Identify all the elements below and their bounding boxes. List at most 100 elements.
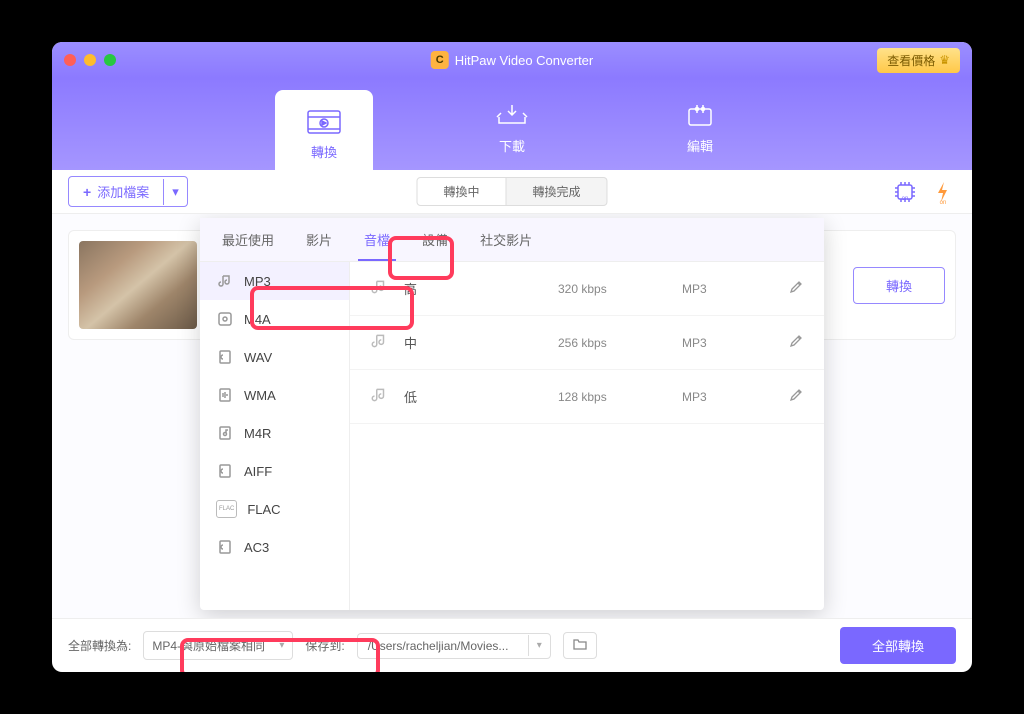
view-price-button[interactable]: 查看價格 ♛ — [877, 48, 960, 73]
format-label: WAV — [244, 350, 272, 365]
content-area: 轉換 最近使用 影片 音檔 設備 社交影片 MP3 M4A — [52, 214, 972, 618]
add-file-label: 添加檔案 — [97, 182, 149, 201]
edit-icon[interactable] — [788, 333, 804, 352]
chevron-down-icon: ▾ — [279, 640, 284, 651]
tab-download-label: 下載 — [499, 136, 525, 155]
format-item-wma[interactable]: WMA — [200, 376, 349, 414]
bottom-bar: 全部轉換為: MP4-與原始檔案相同 ▾ 保存到: /Users/rachelj… — [52, 618, 972, 672]
add-file-button[interactable]: + 添加檔案 — [69, 177, 163, 206]
edit-icon[interactable] — [788, 279, 804, 298]
music-note-icon — [370, 278, 390, 299]
edit-icon — [681, 102, 719, 130]
format-item-wav[interactable]: WAV — [200, 338, 349, 376]
traffic-lights — [64, 54, 116, 66]
save-path-dropdown[interactable]: ▾ — [528, 635, 550, 656]
save-path-group: /Users/racheljian/Movies... ▾ — [357, 633, 551, 659]
audio-file-icon — [216, 310, 234, 328]
format-popup: 最近使用 影片 音檔 設備 社交影片 MP3 M4A — [200, 218, 824, 610]
titlebar: C HitPaw Video Converter 查看價格 ♛ — [52, 42, 972, 78]
edit-icon[interactable] — [788, 387, 804, 406]
format-item-aiff[interactable]: AIFF — [200, 452, 349, 490]
output-format-select[interactable]: MP4-與原始檔案相同 ▾ — [143, 631, 293, 660]
svg-text:on: on — [940, 200, 947, 204]
audio-file-icon — [216, 348, 234, 366]
quality-name: 高 — [404, 279, 544, 298]
output-format-value: MP4-與原始檔案相同 — [152, 637, 265, 654]
save-path-value: /Users/racheljian/Movies... — [358, 634, 528, 658]
convert-all-button[interactable]: 全部轉換 — [840, 627, 956, 664]
quality-row-low[interactable]: 低 128 kbps MP3 — [350, 370, 824, 424]
format-item-flac[interactable]: FLAC FLAC — [200, 490, 349, 528]
music-note-icon — [370, 386, 390, 407]
format-label: WMA — [244, 388, 276, 403]
format-item-m4r[interactable]: M4R — [200, 414, 349, 452]
status-segment: 轉換中 轉換完成 — [416, 177, 607, 206]
convert-all-label: 全部轉換為: — [68, 637, 131, 654]
hardware-accel-icon[interactable]: on — [892, 179, 918, 205]
main-tab-bar: 轉換 下載 編輯 — [52, 78, 972, 170]
format-label: FLAC — [247, 502, 280, 517]
price-button-label: 查看價格 — [887, 52, 935, 69]
format-popup-body: MP3 M4A WAV WMA — [200, 262, 824, 610]
download-icon — [493, 102, 531, 130]
tab-edit[interactable]: 編輯 — [651, 78, 749, 170]
convert-icon — [305, 108, 343, 136]
video-thumbnail — [79, 241, 197, 329]
audio-file-icon — [216, 538, 234, 556]
audio-file-icon — [216, 462, 234, 480]
tab-video[interactable]: 影片 — [300, 218, 338, 261]
format-category-tabs: 最近使用 影片 音檔 設備 社交影片 — [200, 218, 824, 262]
audio-file-icon — [216, 424, 234, 442]
app-window: C HitPaw Video Converter 查看價格 ♛ 轉換 下載 編輯 — [52, 42, 972, 672]
format-label: AC3 — [244, 540, 269, 555]
convert-button[interactable]: 轉換 — [853, 267, 945, 304]
quality-row-high[interactable]: 高 320 kbps MP3 — [350, 262, 824, 316]
tab-recent[interactable]: 最近使用 — [216, 218, 280, 261]
format-label: M4A — [244, 312, 271, 327]
svg-text:on: on — [902, 196, 909, 202]
save-to-label: 保存到: — [305, 637, 344, 654]
tab-download[interactable]: 下載 — [463, 78, 561, 170]
quality-name: 中 — [404, 333, 544, 352]
quality-bitrate: 128 kbps — [558, 390, 668, 404]
folder-icon — [572, 637, 588, 651]
plus-icon: + — [83, 184, 91, 200]
app-logo-icon: C — [431, 51, 449, 69]
app-title-text: HitPaw Video Converter — [455, 53, 594, 68]
tab-convert[interactable]: 轉換 — [275, 90, 373, 170]
music-note-icon — [370, 332, 390, 353]
tab-device[interactable]: 設備 — [416, 218, 454, 261]
quality-bitrate: 256 kbps — [558, 336, 668, 350]
flac-badge-icon: FLAC — [216, 500, 237, 518]
format-label: M4R — [244, 426, 271, 441]
tab-convert-label: 轉換 — [311, 142, 337, 161]
quality-row-medium[interactable]: 中 256 kbps MP3 — [350, 316, 824, 370]
chevron-down-icon: ▾ — [172, 184, 179, 199]
quality-bitrate: 320 kbps — [558, 282, 668, 296]
format-item-ac3[interactable]: AC3 — [200, 528, 349, 566]
tab-audio[interactable]: 音檔 — [358, 218, 396, 261]
close-window-button[interactable] — [64, 54, 76, 66]
format-item-mp3[interactable]: MP3 — [200, 262, 349, 300]
quality-format: MP3 — [682, 282, 762, 296]
minimize-window-button[interactable] — [84, 54, 96, 66]
format-item-m4a[interactable]: M4A — [200, 300, 349, 338]
add-file-dropdown[interactable]: ▾ — [163, 179, 187, 205]
maximize-window-button[interactable] — [104, 54, 116, 66]
segment-converted[interactable]: 轉換完成 — [507, 177, 608, 206]
quality-name: 低 — [404, 387, 544, 406]
toolbar: + 添加檔案 ▾ 轉換中 轉換完成 on on — [52, 170, 972, 214]
add-file-button-group: + 添加檔案 ▾ — [68, 176, 188, 207]
music-note-icon — [216, 272, 234, 290]
lightning-icon[interactable]: on — [930, 179, 956, 205]
format-label: AIFF — [244, 464, 272, 479]
quality-format: MP3 — [682, 390, 762, 404]
format-list: MP3 M4A WAV WMA — [200, 262, 350, 610]
quality-format: MP3 — [682, 336, 762, 350]
toolbar-right-icons: on on — [892, 179, 956, 205]
tab-edit-label: 編輯 — [687, 136, 713, 155]
segment-converting[interactable]: 轉換中 — [416, 177, 506, 206]
open-folder-button[interactable] — [563, 632, 597, 659]
format-label: MP3 — [244, 274, 271, 289]
tab-social[interactable]: 社交影片 — [474, 218, 538, 261]
